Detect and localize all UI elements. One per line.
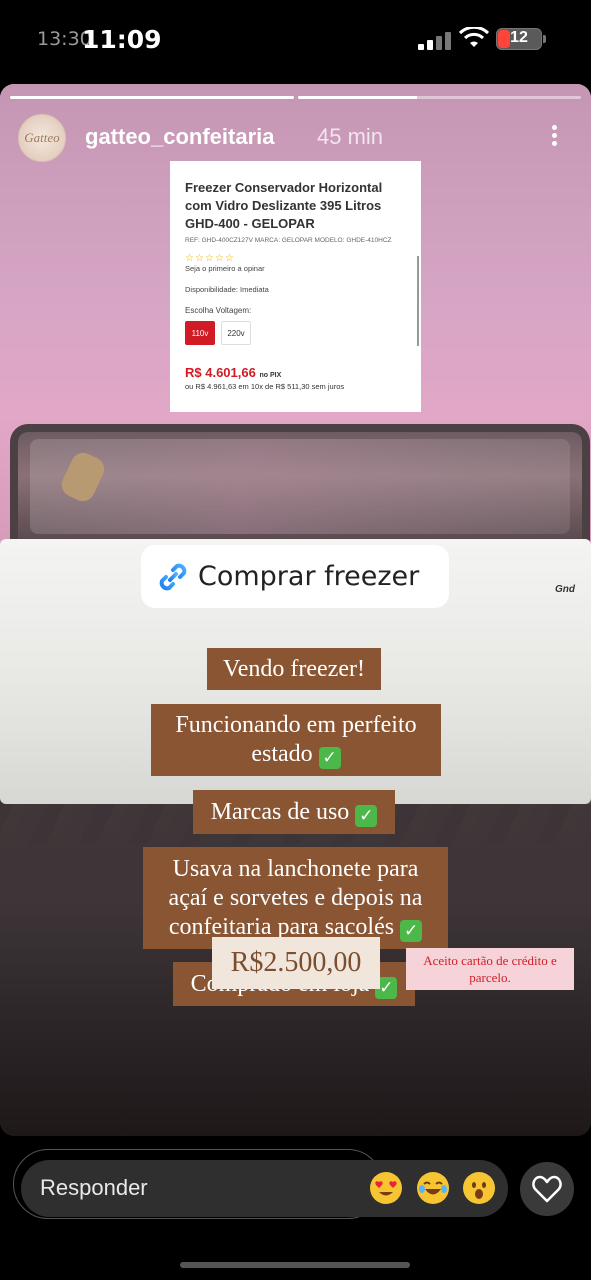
caption-text: açaí e sorvetes e depois na [168, 885, 423, 911]
username[interactable]: gatteo_confeitaria [85, 124, 275, 150]
first-review-text: Seja o primeiro a opinar [185, 264, 265, 273]
progress-segment [297, 96, 581, 99]
caption-funcionando: Funcionando em perfeito estado ✓ [151, 704, 441, 776]
story-progress [10, 96, 581, 99]
caption-text: Marcas de uso [210, 799, 350, 825]
voltage-110v: 110v [185, 321, 215, 345]
card-scrollbar [417, 256, 419, 346]
caption-text: Funcionando em perfeito [175, 712, 417, 738]
link-sticker[interactable]: Comprar freezer [141, 545, 449, 608]
check-icon: ✓ [400, 920, 423, 942]
caption-text: Vendo freezer! [223, 656, 365, 682]
time-ago: 45 min [317, 124, 384, 149]
check-icon: ✓ [318, 747, 341, 769]
battery-level: 12 [510, 29, 528, 46]
link-label: Comprar freezer [198, 561, 420, 592]
freezer-brand-mark: Gnd [555, 584, 575, 595]
product-price: R$ 4.601,66 no PIX [185, 365, 407, 380]
home-indicator[interactable] [180, 1262, 410, 1268]
rating-stars-icon: ☆☆☆☆☆ [185, 253, 235, 264]
reply-placeholder: Responder [40, 1175, 148, 1200]
voltage-options: 110v 220v [185, 321, 407, 345]
avatar[interactable]: Gatteo [18, 114, 66, 162]
link-icon [159, 563, 187, 590]
voltage-label: Escolha Voltagem: [185, 306, 252, 315]
voltage-220v: 220v [221, 321, 251, 345]
price-value: R$ 4.601,66 [185, 365, 256, 380]
avatar-logo-text: Gatteo [24, 130, 60, 145]
availability-text: Disponibilidade: Imediata [185, 285, 269, 294]
caption-usava: Usava na lanchonete para açaí e sorvetes… [143, 847, 448, 949]
credit-card-note: Aceito cartão de crédito e parcelo. [406, 948, 574, 990]
price-suffix: no PIX [259, 372, 282, 379]
progress-segment [10, 96, 294, 99]
status-time: 11:09 [82, 25, 162, 54]
battery-icon: 12 [496, 28, 546, 50]
caption-text: estado [251, 741, 313, 767]
product-card-screenshot: Freezer Conservador Horizontal com Vidro… [170, 161, 421, 412]
check-icon: ✓ [355, 805, 378, 827]
more-options-icon[interactable] [544, 122, 564, 152]
heart-icon[interactable] [520, 1162, 574, 1216]
wifi-icon [459, 27, 489, 47]
installments-text: ou R$ 4.961,63 em 10x de R$ 511,30 sem j… [185, 382, 345, 391]
heart-eyes-emoji[interactable] [370, 1172, 402, 1204]
status-bar: 13:30 11:09 12 [0, 0, 591, 82]
surprised-emoji[interactable] [463, 1172, 495, 1204]
caption-vendo: Vendo freezer! [207, 648, 381, 690]
product-title: Freezer Conservador Horizontal com Vidro… [185, 180, 383, 231]
caption-marcas: Marcas de uso ✓ [193, 790, 395, 834]
price-sticker: R$2.500,00 [212, 937, 380, 989]
laughing-emoji[interactable] [417, 1172, 449, 1204]
caption-text: Usava na lanchonete para [172, 856, 419, 882]
freezer-glass [30, 439, 570, 534]
product-ref: REF: GHD-400CZ127V MARCA: GELOPAR MODELO… [185, 237, 392, 244]
cellular-signal-icon [418, 32, 458, 50]
